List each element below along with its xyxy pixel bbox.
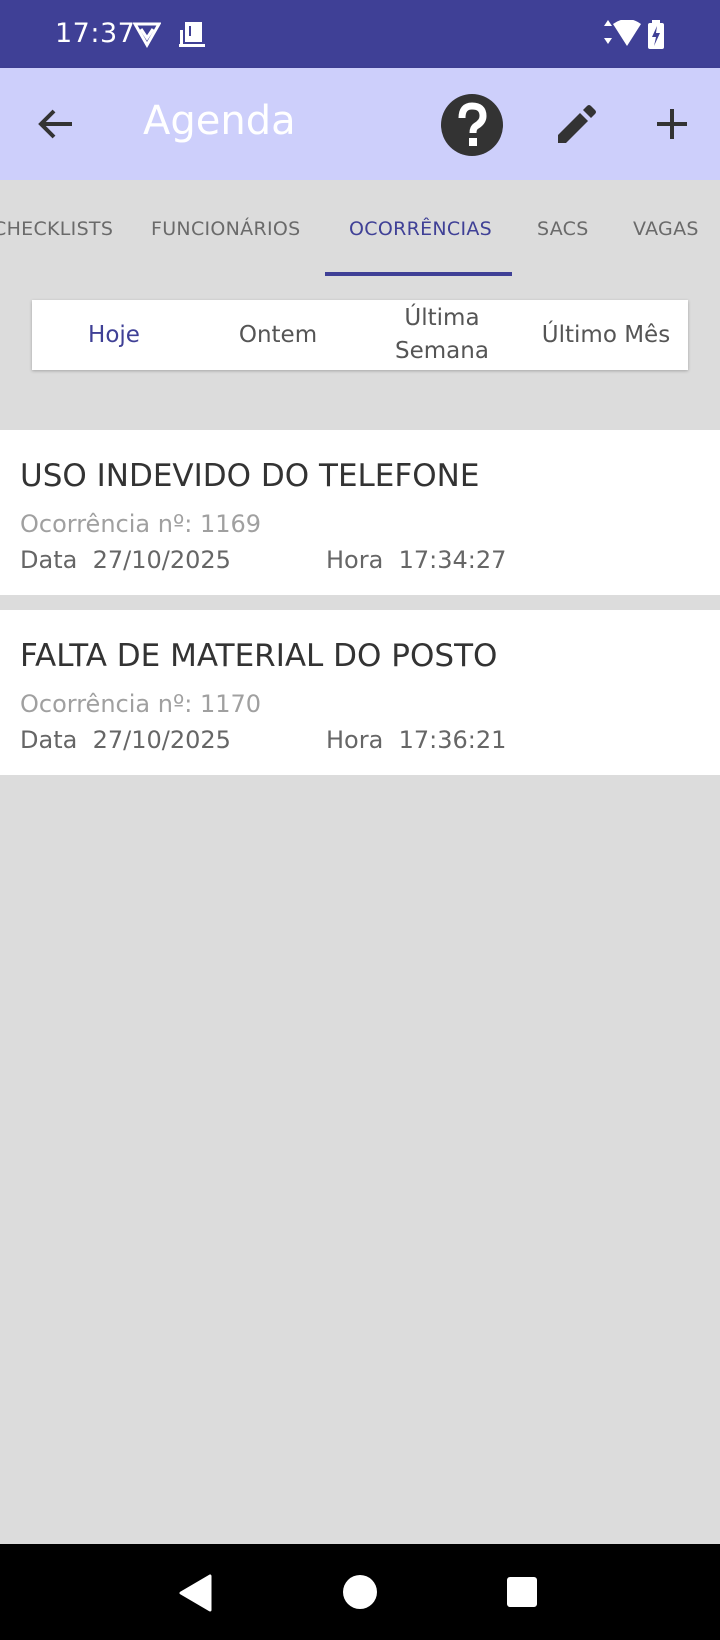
- date-label: Data: [20, 726, 78, 754]
- occurrence-number-value: 1169: [199, 510, 262, 538]
- occurrence-number-label: Ocorrência nº:: [20, 510, 193, 538]
- tab-bar: CHECKLISTS FUNCIONÁRIOS OCORRÊNCIAS SACS…: [0, 180, 720, 276]
- time-label: Hora: [326, 726, 384, 754]
- date-filter: Hoje Ontem Última Semana Último Mês: [32, 300, 688, 370]
- nav-back-icon[interactable]: [178, 1574, 214, 1616]
- arrow-back-icon[interactable]: [36, 104, 76, 148]
- tab-sacs[interactable]: SACS: [537, 218, 589, 240]
- tab-checklists[interactable]: CHECKLISTS: [0, 218, 113, 240]
- occurrence-date: Data 27/10/2025: [20, 546, 231, 574]
- occurrence-number-label: Ocorrência nº:: [20, 690, 193, 718]
- filter-hoje[interactable]: Hoje: [32, 300, 196, 370]
- filter-ultima-semana[interactable]: Última Semana: [368, 300, 516, 370]
- occurrence-card[interactable]: USO INDEVIDO DO TELEFONE Ocorrência nº: …: [0, 430, 720, 595]
- occurrence-number: Ocorrência nº: 1170: [20, 690, 261, 718]
- tab-ocorrencias[interactable]: OCORRÊNCIAS: [349, 218, 492, 240]
- occurrence-card[interactable]: FALTA DE MATERIAL DO POSTO Ocorrência nº…: [0, 610, 720, 775]
- status-time: 17:37: [55, 18, 136, 49]
- nav-home-icon[interactable]: [342, 1574, 378, 1614]
- date-value: 27/10/2025: [92, 546, 231, 574]
- occurrence-time: Hora 17:34:27: [326, 546, 506, 574]
- plus-icon[interactable]: [655, 107, 689, 145]
- vpn-shield-icon: [132, 20, 162, 52]
- help-circle-icon[interactable]: [440, 93, 504, 161]
- device-icon: [177, 20, 207, 54]
- date-label: Data: [20, 546, 78, 574]
- system-nav-bar: [0, 1544, 720, 1640]
- wifi-icon: [601, 19, 641, 52]
- time-value: 17:36:21: [398, 726, 507, 754]
- status-bar: 17:37: [0, 0, 720, 68]
- page-title: Agenda: [143, 98, 296, 144]
- occurrence-number: Ocorrência nº: 1169: [20, 510, 261, 538]
- nav-recents-icon[interactable]: [506, 1576, 538, 1612]
- occurrence-number-value: 1170: [199, 690, 262, 718]
- filter-ultimo-mes[interactable]: Último Mês: [524, 300, 688, 370]
- tab-funcionarios[interactable]: FUNCIONÁRIOS: [151, 218, 301, 240]
- app-bar: Agenda: [0, 68, 720, 180]
- date-value: 27/10/2025: [92, 726, 231, 754]
- occurrence-title: USO INDEVIDO DO TELEFONE: [20, 458, 480, 494]
- time-value: 17:34:27: [398, 546, 507, 574]
- pencil-icon[interactable]: [555, 104, 597, 150]
- battery-charging-icon: [647, 20, 665, 54]
- occurrence-time: Hora 17:36:21: [326, 726, 506, 754]
- time-label: Hora: [326, 546, 384, 574]
- tab-vagas[interactable]: VAGAS: [633, 218, 699, 240]
- active-tab-indicator: [325, 272, 512, 276]
- filter-ontem[interactable]: Ontem: [196, 300, 360, 370]
- occurrence-title: FALTA DE MATERIAL DO POSTO: [20, 638, 498, 674]
- occurrence-date: Data 27/10/2025: [20, 726, 231, 754]
